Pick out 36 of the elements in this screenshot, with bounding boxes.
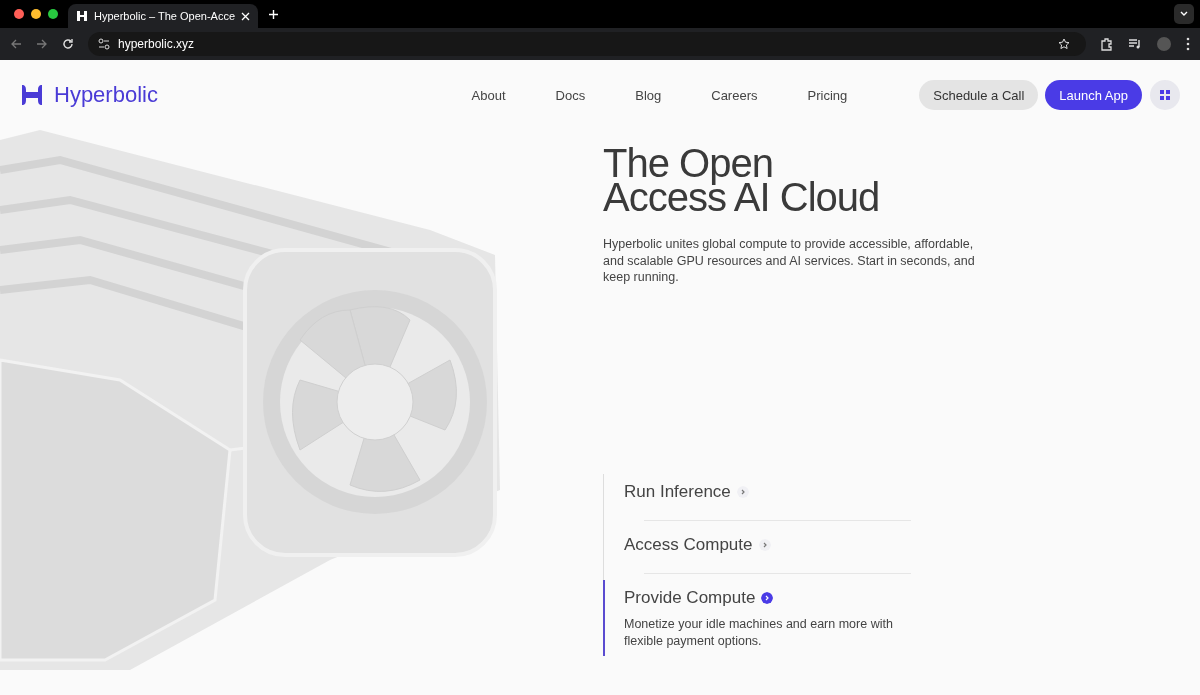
- logo-icon: [76, 10, 88, 22]
- close-icon[interactable]: [241, 11, 251, 21]
- feature-tab[interactable]: Provide Compute: [624, 587, 756, 608]
- tab-list-icon[interactable]: [1174, 4, 1194, 24]
- address-bar[interactable]: hyperbolic.xyz: [88, 32, 1086, 56]
- nav-link[interactable]: Careers: [686, 87, 783, 103]
- forward-icon[interactable]: [36, 38, 48, 50]
- hero-title: The Open Access AI Cloud: [603, 146, 881, 214]
- feature-description: Monetize your idle machines and earn more with flexible payment options.: [624, 615, 894, 650]
- minimize-window-button[interactable]: [31, 9, 41, 19]
- grid-icon: [1160, 90, 1170, 100]
- close-window-button[interactable]: [14, 9, 24, 19]
- hero-description: Hyperbolic unites global compute to provide accessible, affordable, and scalable GPU resources and AI services. Start in seconds, and keep running.: [603, 236, 976, 286]
- nav-link[interactable]: Pricing: [782, 87, 873, 103]
- nav-link[interactable]: Docs: [530, 87, 611, 103]
- star-icon[interactable]: [1058, 38, 1070, 50]
- browser-tab[interactable]: Hyperbolic – The Open-Acce: [68, 4, 259, 28]
- launch-app-button[interactable]: Launch App: [1045, 80, 1142, 110]
- more-icon[interactable]: [1186, 37, 1190, 51]
- media-icon[interactable]: [1128, 37, 1142, 51]
- feature-tab[interactable]: Run Inference: [624, 481, 731, 502]
- tab-title: Hyperbolic – The Open-Acce: [94, 10, 236, 22]
- apps-button[interactable]: [1150, 80, 1180, 110]
- nav-link[interactable]: Blog: [610, 87, 687, 103]
- zoom-window-button[interactable]: [48, 9, 58, 19]
- reload-icon[interactable]: [62, 38, 74, 50]
- site-settings-icon[interactable]: [98, 38, 110, 50]
- back-icon[interactable]: [10, 38, 22, 50]
- schedule-call-button[interactable]: Schedule a Call: [919, 80, 1039, 110]
- new-tab-icon[interactable]: [268, 8, 280, 20]
- logo-icon[interactable]: [20, 83, 44, 107]
- feature-tab[interactable]: Access Compute: [624, 534, 753, 555]
- puzzle-icon[interactable]: [1100, 37, 1114, 51]
- nav-link[interactable]: About: [446, 87, 531, 103]
- brand-name[interactable]: Hyperbolic: [54, 82, 158, 108]
- url-text: hyperbolic.xyz: [118, 37, 195, 51]
